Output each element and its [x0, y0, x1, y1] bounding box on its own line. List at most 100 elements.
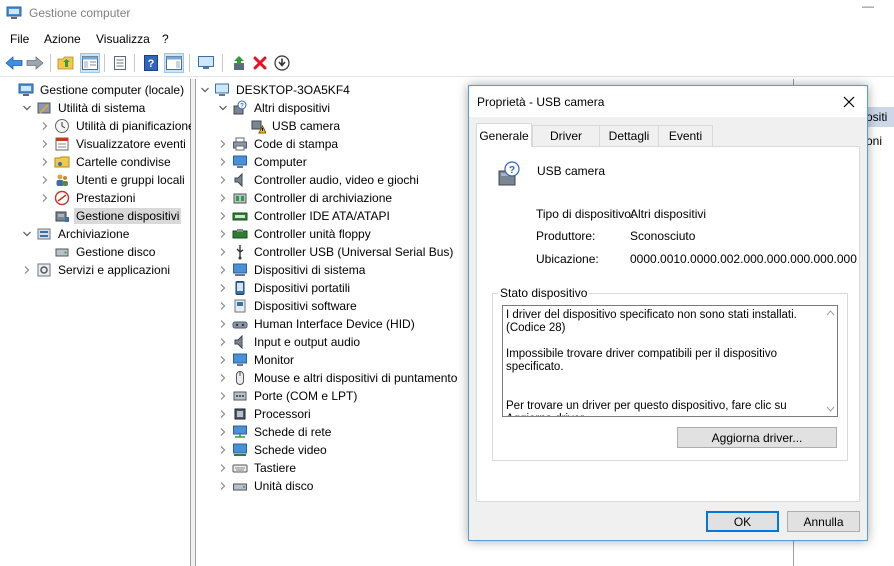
- chevron-right-icon[interactable]: [40, 139, 54, 149]
- chevron-right-icon[interactable]: [218, 175, 232, 185]
- chevron-right-icon[interactable]: [40, 157, 54, 167]
- chevron-right-icon[interactable]: [218, 445, 232, 455]
- users-icon: [56, 174, 68, 186]
- chevron-right-icon[interactable]: [218, 319, 232, 329]
- tree-item[interactable]: Archiviazione: [22, 225, 131, 243]
- chevron-right-icon[interactable]: [22, 265, 36, 275]
- chevron-right-icon[interactable]: [218, 463, 232, 473]
- update-driver-button[interactable]: Aggiorna driver...: [677, 427, 837, 448]
- chevron-right-icon[interactable]: [218, 301, 232, 311]
- menu-visualizza[interactable]: Visualizza: [96, 32, 150, 46]
- tree-item[interactable]: DESKTOP-3OA5KF4: [200, 81, 352, 99]
- tree-item[interactable]: ? Altri dispositivi: [218, 99, 332, 117]
- tree-item[interactable]: Controller USB (Universal Serial Bus): [218, 243, 455, 261]
- minimize-button[interactable]: —: [862, 0, 878, 14]
- cancel-button[interactable]: Annulla: [787, 511, 860, 532]
- chevron-right-icon[interactable]: [218, 481, 232, 491]
- tree-item[interactable]: Code di stampa: [218, 135, 340, 153]
- tree-item[interactable]: Input e output audio: [218, 333, 362, 351]
- ok-button[interactable]: OK: [706, 511, 779, 532]
- actions-item-label[interactable]: ositi: [866, 110, 887, 124]
- action-pane-icon[interactable]: [164, 53, 184, 73]
- show-hide-tree-icon[interactable]: [80, 53, 100, 73]
- chevron-right-icon[interactable]: [40, 193, 54, 203]
- tree-item[interactable]: Tastiere: [218, 459, 298, 477]
- chevron-right-icon[interactable]: [218, 391, 232, 401]
- tree-item[interactable]: Dispositivi software: [218, 297, 359, 315]
- chevron-right-icon[interactable]: [218, 193, 232, 203]
- tree-item[interactable]: Controller unità floppy: [218, 225, 373, 243]
- chevron-right-icon[interactable]: [218, 409, 232, 419]
- chevron-right-icon[interactable]: [218, 211, 232, 221]
- device-status-textbox[interactable]: I driver del dispositivo specificato non…: [502, 305, 838, 417]
- menu-azione[interactable]: Azione: [44, 32, 81, 46]
- tree-item-label: Dispositivi software: [254, 299, 357, 313]
- tab-driver[interactable]: Driver: [532, 125, 600, 146]
- tree-item[interactable]: Gestione computer (locale): [4, 81, 186, 99]
- chevron-right-icon[interactable]: [218, 229, 232, 239]
- tab-eventi[interactable]: Eventi: [658, 125, 713, 146]
- tree-item[interactable]: Controller audio, video e giochi: [218, 171, 421, 189]
- tree-item[interactable]: Computer: [218, 153, 309, 171]
- tree-item[interactable]: Unità disco: [218, 477, 315, 495]
- chevron-right-icon[interactable]: [218, 247, 232, 257]
- download-icon[interactable]: [272, 53, 292, 73]
- chevron-right-icon[interactable]: [218, 157, 232, 167]
- menu-help[interactable]: ?: [162, 32, 169, 46]
- properties-dialog: Proprietà - USB camera Generale Driver D…: [468, 85, 868, 541]
- status-scrollbar[interactable]: [823, 306, 838, 416]
- tree-item[interactable]: Monitor: [218, 351, 296, 369]
- tree-item[interactable]: Controller di archiviazione: [218, 189, 394, 207]
- uninstall-icon[interactable]: [250, 53, 270, 73]
- tree-item[interactable]: Utilità di pianificazione: [40, 117, 197, 135]
- tree-item[interactable]: Visualizzatore eventi: [40, 135, 188, 153]
- tree-item[interactable]: Gestione disco: [40, 243, 157, 261]
- close-icon[interactable]: [839, 92, 859, 112]
- chevron-right-icon[interactable]: [218, 373, 232, 383]
- properties-icon[interactable]: [110, 53, 130, 73]
- menu-file[interactable]: File: [10, 32, 29, 46]
- tree-item[interactable]: Controller IDE ATA/ATAPI: [218, 207, 392, 225]
- update-driver-icon[interactable]: [229, 53, 249, 73]
- tab-dettagli[interactable]: Dettagli: [599, 125, 659, 146]
- tree-item-label: Controller IDE ATA/ATAPI: [254, 209, 390, 223]
- monitor-icon[interactable]: [196, 53, 216, 73]
- tree-item[interactable]: Schede video: [218, 441, 329, 459]
- chevron-right-icon[interactable]: [218, 337, 232, 347]
- tree-item-label: Dispositivi di sistema: [254, 263, 366, 277]
- help-icon[interactable]: ?: [141, 53, 161, 73]
- actions-more-label[interactable]: oni: [866, 134, 882, 148]
- chevron-right-icon[interactable]: [218, 355, 232, 365]
- chevron-down-icon[interactable]: [200, 85, 214, 95]
- chevron-right-icon[interactable]: [40, 175, 54, 185]
- chevron-down-icon[interactable]: [22, 229, 36, 239]
- tree-item[interactable]: Dispositivi portatili: [218, 279, 352, 297]
- tree-item[interactable]: Cartelle condivise: [40, 153, 173, 171]
- tree-item[interactable]: Human Interface Device (HID): [218, 315, 417, 333]
- tree-item[interactable]: Porte (COM e LPT): [218, 387, 359, 405]
- tree-item[interactable]: Schede di rete: [218, 423, 333, 441]
- tree-item[interactable]: Utenti e gruppi locali: [40, 171, 187, 189]
- tree-item[interactable]: Prestazioni: [40, 189, 137, 207]
- chevron-right-icon[interactable]: [218, 265, 232, 275]
- chevron-down-icon[interactable]: [218, 103, 232, 113]
- tree-item-label: Gestione computer (locale): [40, 83, 185, 97]
- forward-arrow-icon[interactable]: [25, 53, 45, 73]
- device-status-text: I driver del dispositivo specificato non…: [506, 309, 797, 416]
- tree-item[interactable]: Processori: [218, 405, 313, 423]
- chevron-right-icon[interactable]: [218, 427, 232, 437]
- chevron-right-icon[interactable]: [218, 139, 232, 149]
- tree-item[interactable]: USB camera: [236, 117, 342, 135]
- tab-generale[interactable]: Generale: [476, 123, 532, 147]
- up-folder-icon[interactable]: [56, 53, 76, 73]
- chevron-right-icon[interactable]: [218, 283, 232, 293]
- printer-icon: [233, 137, 247, 151]
- chevron-right-icon[interactable]: [40, 121, 54, 131]
- tree-item[interactable]: Mouse e altri dispositivi di puntamento: [218, 369, 459, 387]
- chevron-down-icon[interactable]: [22, 103, 36, 113]
- tree-item[interactable]: Gestione dispositivi: [40, 207, 182, 225]
- tree-item[interactable]: Dispositivi di sistema: [218, 261, 367, 279]
- back-arrow-icon[interactable]: [4, 53, 24, 73]
- tree-item[interactable]: Utilità di sistema: [22, 99, 147, 117]
- tree-item[interactable]: Servizi e applicazioni: [22, 261, 172, 279]
